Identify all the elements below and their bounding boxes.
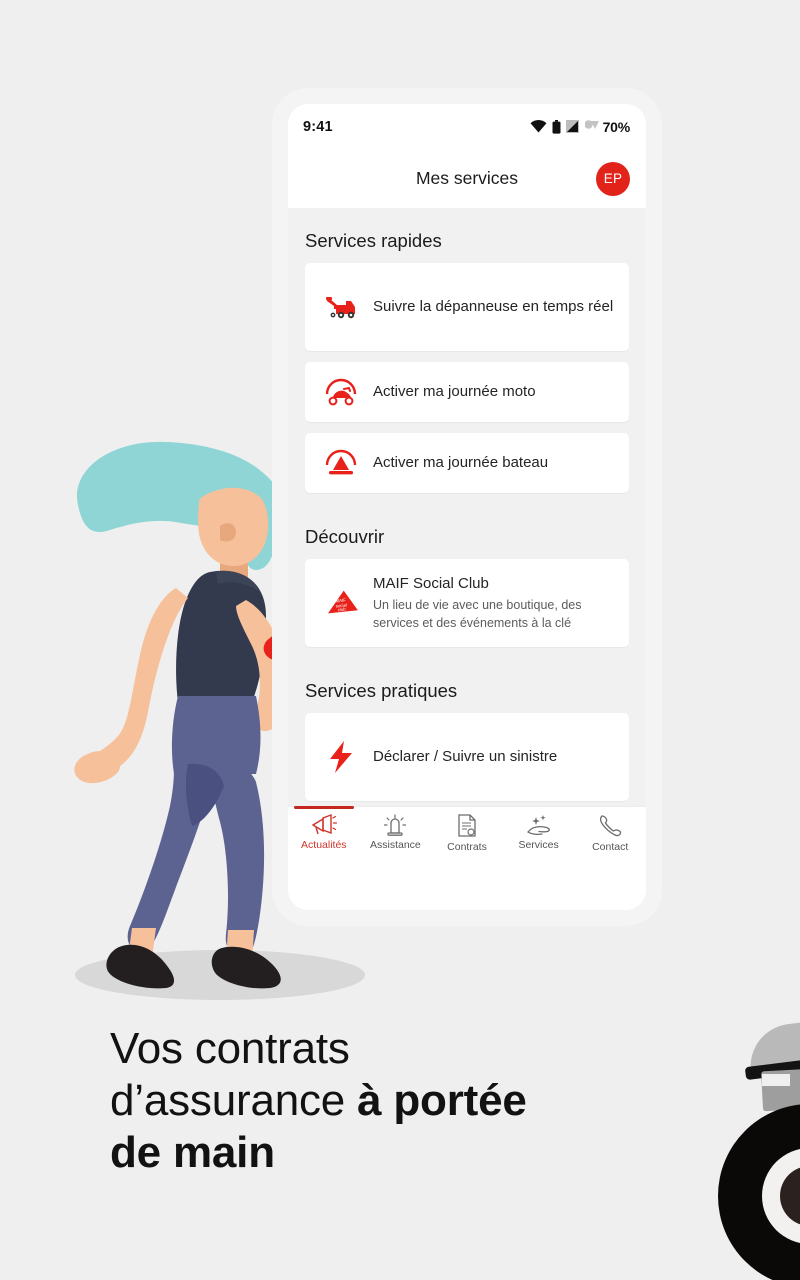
headline-line-2-normal: d’assurance bbox=[110, 1075, 358, 1125]
service-card-bateau[interactable]: Activer ma journée bateau bbox=[305, 433, 629, 493]
service-card-moto[interactable]: Activer ma journée moto bbox=[305, 362, 629, 422]
phone-screen: 9:41 70% Mes services EP Services rapide… bbox=[288, 104, 646, 910]
lightning-bolt-icon bbox=[319, 740, 363, 774]
document-seal-icon bbox=[456, 814, 478, 838]
headline-line-1: Vos contrats bbox=[110, 1024, 350, 1073]
bottom-navigation: Actualités Assistance Contrats Services … bbox=[288, 806, 646, 868]
motorcycle-icon bbox=[319, 377, 363, 407]
maif-social-club-icon: MAIF social club bbox=[319, 587, 363, 619]
battery-icon bbox=[552, 119, 561, 134]
status-bar-icons: 70% bbox=[530, 119, 630, 135]
headline-line-2-bold: à portée bbox=[357, 1075, 527, 1125]
service-card-maif-social-club[interactable]: MAIF social club MAIF Social Club Un lie… bbox=[305, 559, 629, 647]
nav-tab-services[interactable]: Services bbox=[503, 814, 575, 851]
section-title-services-pratiques: Services pratiques bbox=[305, 680, 458, 701]
service-card-sinistre[interactable]: Déclarer / Suivre un sinistre bbox=[305, 713, 629, 801]
wifi-icon bbox=[530, 120, 547, 133]
dropdown-triangle-icon bbox=[584, 120, 599, 133]
service-label: Activer ma journée bateau bbox=[373, 453, 549, 471]
services-content: Services rapides Suivre la dépanneuse en… bbox=[288, 208, 646, 812]
megaphone-icon bbox=[311, 814, 337, 836]
left-hand bbox=[74, 751, 121, 784]
avatar-initials: EP bbox=[603, 171, 623, 186]
headline-line-3-bold: de main bbox=[110, 1127, 275, 1177]
service-card-tow-truck[interactable]: Suivre la dépanneuse en temps réel bbox=[305, 263, 629, 351]
service-label: Activer ma journée moto bbox=[373, 382, 536, 400]
nav-tab-label: Contrats bbox=[447, 841, 487, 853]
tow-truck-icon bbox=[319, 293, 363, 321]
promo-headline: Vos contrats d’assurance à portée de mai… bbox=[110, 1023, 730, 1179]
battery-percentage: 70% bbox=[602, 118, 631, 135]
nav-tab-label: Assistance bbox=[370, 839, 421, 851]
nav-bottom-padding bbox=[288, 868, 646, 910]
app-bar: Mes services EP bbox=[288, 149, 646, 208]
siren-icon bbox=[383, 814, 407, 836]
service-sublabel: Un lieu de vie avec une boutique, des se… bbox=[373, 598, 582, 630]
nav-tab-assistance[interactable]: Assistance bbox=[360, 814, 432, 851]
sailboat-icon bbox=[319, 448, 363, 478]
page-title: Mes services bbox=[415, 168, 519, 188]
section-title-decouvrir: Découvrir bbox=[305, 526, 385, 547]
service-label: Déclarer / Suivre un sinistre bbox=[373, 747, 558, 765]
status-bar: 9:41 70% bbox=[288, 104, 646, 149]
nav-tab-label: Actualités bbox=[301, 839, 347, 851]
nav-tab-contrats[interactable]: Contrats bbox=[431, 814, 503, 853]
cellular-signal-icon bbox=[565, 120, 580, 133]
service-label: MAIF Social Club bbox=[373, 575, 489, 593]
promo-screenshot: 9:41 70% Mes services EP Services rapide… bbox=[0, 0, 800, 1280]
status-bar-time: 9:41 bbox=[303, 118, 333, 135]
wheel-fender-notch bbox=[762, 1074, 790, 1086]
nav-tab-actualites[interactable]: Actualités bbox=[288, 806, 360, 851]
service-label: Suivre la dépanneuse en temps réel bbox=[373, 297, 614, 315]
avatar[interactable]: EP bbox=[596, 161, 630, 196]
svg-text:club: club bbox=[337, 606, 346, 612]
car-wheel-illustration bbox=[718, 1008, 800, 1280]
nav-tab-label: Contact bbox=[592, 841, 629, 853]
hand-sparkle-icon bbox=[526, 814, 552, 836]
nav-tab-label: Services bbox=[518, 839, 559, 851]
phone-icon bbox=[598, 814, 622, 838]
section-title-services-rapides: Services rapides bbox=[305, 230, 442, 251]
nav-tab-contact[interactable]: Contact bbox=[574, 814, 646, 853]
